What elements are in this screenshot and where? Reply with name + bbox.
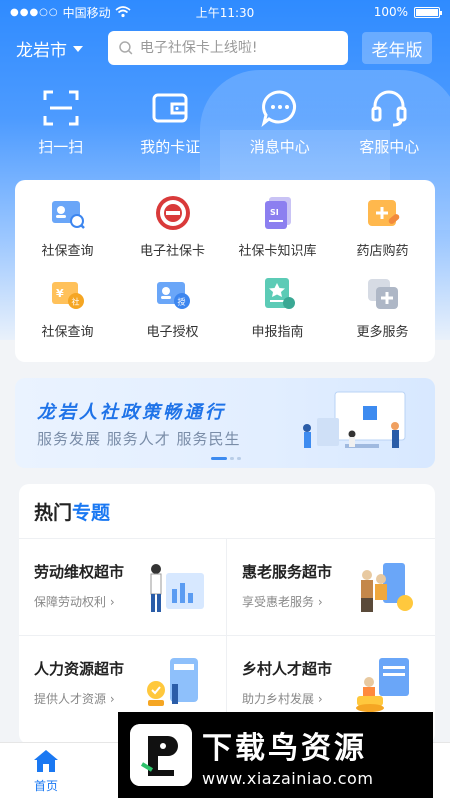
headset-icon	[371, 90, 407, 127]
top-bar: 龙岩市 老年版	[0, 30, 450, 66]
svg-text:¥: ¥	[56, 287, 64, 300]
quick-action-messages[interactable]: 消息中心	[230, 88, 330, 168]
chevron-down-icon	[73, 46, 83, 52]
search-icon	[119, 41, 133, 55]
yuan-social-icon: ¥ 社	[51, 282, 84, 309]
svg-text:授: 授	[177, 297, 185, 307]
service-guide[interactable]: 申报指南	[225, 275, 330, 356]
service-label: 电子社保卡	[139, 244, 205, 259]
wallet-icon	[152, 93, 188, 123]
human-resources-illustration	[147, 658, 198, 706]
bird-logo	[130, 724, 192, 786]
service-social-query-2[interactable]: ¥ 社 社保查询	[15, 275, 120, 356]
watermark-title: 下载鸟资源	[202, 730, 367, 766]
quick-action-label: 我的卡证	[140, 138, 201, 156]
pharmacy-icon	[367, 200, 399, 226]
more-services-icon	[367, 279, 398, 309]
quick-action-cards[interactable]: 我的卡证	[120, 88, 220, 168]
labor-rights-illustration	[150, 564, 204, 612]
topic-title: 惠老服务超市	[242, 563, 333, 581]
service-more[interactable]: 更多服务	[330, 275, 435, 356]
message-icon	[261, 90, 296, 127]
topic-subtitle: 助力乡村发展 ›	[242, 692, 323, 706]
signal-icon: ●●●○○	[10, 6, 59, 18]
city-selector[interactable]: 龙岩市	[16, 36, 106, 61]
service-social-query[interactable]: 社保查询	[15, 194, 120, 275]
city-name: 龙岩市	[16, 40, 67, 61]
wifi-icon	[115, 6, 131, 18]
svg-text:SI: SI	[270, 208, 279, 217]
service-label: 社保卡知识库	[238, 244, 317, 259]
banner-illustration	[303, 391, 406, 448]
authorize-card-icon: 授	[156, 282, 190, 309]
search-input[interactable]	[139, 40, 338, 56]
topic-title: 人力资源超市	[34, 660, 125, 678]
quick-actions: 扫一扫 我的卡证 消息中心 客服中心	[0, 88, 450, 168]
carrier-name: 中国移动	[62, 5, 111, 20]
promo-banner[interactable]: 龙岩人社政策畅通行 服务发展 服务人才 服务民生	[15, 378, 435, 468]
quick-action-label: 消息中心	[249, 138, 310, 156]
banner-subtitle: 服务发展 服务人才 服务民生	[37, 430, 241, 448]
quick-action-scan[interactable]: 扫一扫	[11, 88, 111, 168]
status-bar: ●●●○○ 中国移动 上午11:30 100%	[0, 0, 450, 24]
tab-label: 首页	[33, 779, 58, 793]
battery-percent: 100%	[373, 5, 408, 19]
home-icon	[34, 750, 58, 772]
topic-title: 乡村人才超市	[242, 660, 333, 678]
hot-topics: 热门 专题 劳动维权超市 保障劳动权利 › 惠老服务超市 享受惠老服务 › 人力…	[19, 484, 435, 744]
elder-mode-button[interactable]: 老年版	[362, 32, 432, 64]
carousel-indicator	[211, 457, 241, 460]
service-label: 更多服务	[356, 325, 409, 340]
service-label: 申报指南	[251, 325, 304, 340]
topic-title: 劳动维权超市	[34, 563, 125, 581]
quick-action-label: 客服中心	[359, 138, 420, 156]
battery-icon	[414, 6, 442, 18]
topic-elderly-services[interactable]: 惠老服务超市 享受惠老服务 ›	[227, 538, 435, 635]
rural-talent-illustration	[356, 658, 409, 712]
scan-icon	[43, 90, 79, 126]
service-pharmacy[interactable]: 药店购药	[330, 194, 435, 275]
banner-title: 龙岩人社政策畅通行	[37, 402, 226, 423]
social-security-badge-icon	[155, 196, 190, 230]
watermark: 下载鸟资源 www.xiazainiao.com	[118, 712, 433, 798]
quick-action-service[interactable]: 客服中心	[339, 88, 439, 168]
quick-action-label: 扫一扫	[38, 138, 84, 156]
search-bar[interactable]	[108, 31, 348, 65]
topic-labor-rights[interactable]: 劳动维权超市 保障劳动权利 ›	[19, 538, 227, 635]
service-label: 社保查询	[41, 325, 94, 340]
id-card-search-icon	[51, 201, 85, 229]
si-document-icon: SI	[264, 197, 291, 229]
section-title: 热门 专题	[34, 501, 111, 524]
svg-text:社: 社	[71, 297, 79, 307]
guide-star-icon	[264, 278, 295, 309]
service-e-card[interactable]: 电子社保卡	[120, 194, 225, 275]
watermark-url: www.xiazainiao.com	[202, 768, 374, 788]
topic-subtitle: 保障劳动权利 ›	[34, 595, 115, 609]
services-grid: 社保查询 电子社保卡 SI 社保卡知识库 药店购药 ¥ 社 社保查询 授 电子授…	[15, 180, 435, 362]
topic-subtitle: 提供人才资源 ›	[34, 692, 115, 706]
topic-subtitle: 享受惠老服务 ›	[242, 595, 323, 609]
service-label: 社保查询	[41, 244, 94, 259]
elderly-services-illustration	[361, 563, 413, 612]
service-label: 药店购药	[356, 244, 409, 259]
tab-home[interactable]: 首页	[26, 749, 66, 794]
service-knowledge-base[interactable]: SI 社保卡知识库	[225, 194, 330, 275]
service-label: 电子授权	[146, 325, 199, 340]
service-authorize[interactable]: 授 电子授权	[120, 275, 225, 356]
